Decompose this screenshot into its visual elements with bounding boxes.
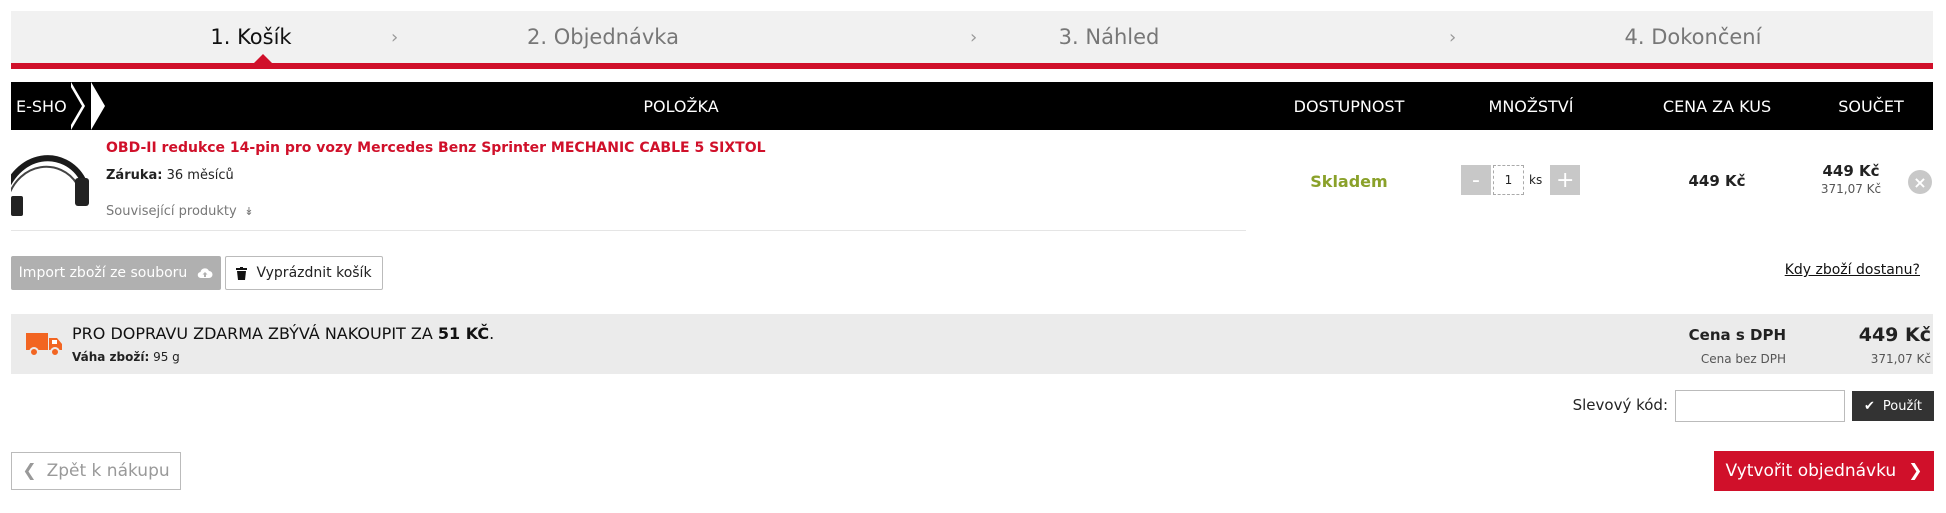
quantity-decrease-button[interactable]: - (1461, 165, 1491, 195)
checkout-steps: 1. Košík › 2. Objednávka › 3. Náhled › 4… (11, 11, 1933, 69)
col-availability: DOSTUPNOST (1293, 96, 1405, 116)
step-finish[interactable]: 4. Dokončení (1453, 11, 1933, 63)
warranty-label: Záruka: (106, 168, 163, 183)
col-item: POLOŽKA (643, 96, 719, 116)
free-shipping-amount: 51 KČ (437, 324, 490, 343)
discount-code-label: Slevový kód: (1572, 396, 1668, 414)
col-unit-price: CENA ZA KUS (1662, 96, 1772, 116)
back-label: Zpět k nákupu (46, 461, 170, 481)
free-shipping-message: PRO DOPRAVU ZDARMA ZBÝVÁ NAKOUPIT ZA 51 … (72, 324, 494, 343)
quantity-unit: ks (1529, 173, 1543, 187)
trash-icon (236, 266, 248, 280)
cart-item-row: OBD-II redukce 14-pin pro vozy Mercedes … (11, 130, 1933, 232)
col-total: SOUČET (1838, 96, 1904, 116)
product-image[interactable] (11, 140, 91, 222)
close-icon: × (1913, 172, 1927, 192)
free-shipping-end: . (489, 324, 495, 343)
warranty-value: 36 měsíců (166, 168, 234, 183)
unit-price: 449 Kč (1688, 172, 1746, 190)
back-to-shop-button[interactable]: ❮ Zpět k nákupu (11, 452, 181, 490)
weight-info: Váha zboží: 95 g (72, 350, 180, 364)
quantity-stepper: - 1 ks + (1461, 165, 1581, 195)
create-order-button[interactable]: Vytvořit objednávku ❯ (1714, 451, 1934, 491)
step-label: 2. Objednávka (527, 25, 679, 49)
apply-discount-button[interactable]: ✔ Použít (1852, 391, 1934, 421)
empty-cart-button[interactable]: Vyprázdnit košík (225, 256, 383, 290)
empty-cart-label: Vyprázdnit košík (256, 265, 372, 281)
price-vat-label: Cena s DPH (1688, 326, 1786, 344)
weight-value: 95 g (153, 350, 180, 364)
availability-status: Skladem (1310, 171, 1388, 191)
related-products-toggle[interactable]: Související produkty ↡ (106, 204, 254, 219)
import-file-button[interactable]: Import zboží ze souboru (11, 256, 221, 290)
apply-label: Použít (1882, 398, 1922, 414)
delivery-info-link[interactable]: Kdy zboží dostanu? (1700, 262, 1920, 278)
item-total-novat: 371,07 Kč (1820, 182, 1882, 196)
create-order-label: Vytvořit objednávku (1725, 461, 1897, 481)
item-total: 449 Kč 371,07 Kč (1791, 162, 1911, 196)
shipping-summary: PRO DOPRAVU ZDARMA ZBÝVÁ NAKOUPIT ZA 51 … (11, 314, 1933, 374)
divider (11, 230, 1246, 231)
remove-item-button[interactable]: × (1908, 170, 1932, 194)
chevron-left-icon: ❮ (22, 461, 37, 481)
product-name-link[interactable]: OBD-II redukce 14-pin pro vozy Mercedes … (106, 140, 766, 156)
cloud-upload-icon (198, 268, 213, 279)
step-label: 1. Košík (210, 25, 292, 49)
step-label: 4. Dokončení (1624, 25, 1762, 49)
check-icon: ✔ (1863, 398, 1875, 414)
weight-label: Váha zboží: (72, 350, 150, 364)
double-chevron-down-icon: ↡ (240, 205, 254, 218)
import-label: Import zboží ze souboru (18, 265, 188, 281)
price-novat-value: 371,07 Kč (1870, 352, 1931, 366)
cart-table-header: E-SHOP POLOŽKA DOSTUPNOST MNOŽSTVÍ CENA … (11, 82, 1933, 130)
price-vat-value: 449 Kč (1858, 324, 1931, 346)
quantity-input[interactable]: 1 (1493, 165, 1524, 195)
step-preview[interactable]: 3. Náhled (869, 11, 1349, 63)
quantity-increase-button[interactable]: + (1550, 165, 1581, 195)
chevron-decor (91, 82, 105, 130)
step-label: 3. Náhled (1058, 25, 1160, 49)
discount-code-input[interactable] (1675, 390, 1845, 422)
warranty-info: Záruka: 36 měsíců (106, 168, 234, 183)
chevron-decor (68, 82, 82, 130)
truck-icon (26, 333, 62, 357)
item-total-vat: 449 Kč (1822, 162, 1880, 180)
step-order[interactable]: 2. Objednávka (363, 11, 843, 63)
related-products-label: Související produkty (106, 204, 237, 219)
chevron-right-icon: ❯ (1908, 461, 1923, 481)
col-quantity: MNOŽSTVÍ (1488, 96, 1574, 116)
free-shipping-text: PRO DOPRAVU ZDARMA ZBÝVÁ NAKOUPIT ZA (72, 324, 438, 343)
price-novat-label: Cena bez DPH (1700, 352, 1786, 366)
active-step-indicator (253, 54, 273, 64)
